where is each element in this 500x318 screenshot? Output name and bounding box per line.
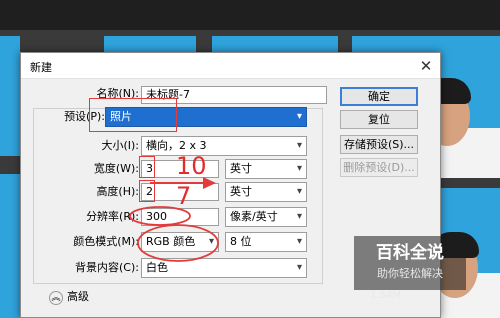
size-select[interactable]: 横向，2 x 3 ▾ xyxy=(141,136,307,156)
watermark-title: 百科全说 xyxy=(376,243,444,263)
id-photo-4 xyxy=(212,36,338,52)
chevron-down-icon: ▾ xyxy=(296,186,302,197)
resolution-input[interactable]: 300 xyxy=(141,208,219,226)
background-label: 背景内容(C): xyxy=(75,261,139,274)
workspace-top-bar xyxy=(0,0,500,30)
dialog-titlebar: 新建 ✕ xyxy=(21,53,440,79)
resolution-unit-value: 像素/英寸 xyxy=(230,210,278,223)
resolution-label: 分辨率(R): xyxy=(86,210,139,223)
height-label: 高度(H): xyxy=(96,185,139,198)
bitdepth-select[interactable]: 8 位 ▾ xyxy=(225,232,307,252)
ok-button[interactable]: 确定 xyxy=(340,87,418,106)
background-value: 白色 xyxy=(146,261,168,274)
colormode-value: RGB 颜色 xyxy=(146,235,196,248)
advanced-toggle[interactable]: ︽ 高级 xyxy=(49,289,89,305)
width-label: 宽度(W): xyxy=(93,162,139,175)
bitdepth-value: 8 位 xyxy=(230,235,252,248)
save-preset-button[interactable]: 存储预设(S)... xyxy=(340,135,418,154)
height-highlight-box xyxy=(139,180,155,202)
chevron-down-icon: ▾ xyxy=(208,236,214,247)
background-select[interactable]: 白色 ▾ xyxy=(141,258,307,278)
chevron-down-icon: ▾ xyxy=(296,111,302,122)
watermark-logo: 百科全说 助你轻松解决 xyxy=(354,236,466,290)
height-unit-value: 英寸 xyxy=(230,185,252,198)
id-photo-3 xyxy=(104,36,196,52)
chevron-down-icon: ▾ xyxy=(296,163,302,174)
colormode-select[interactable]: RGB 颜色 ▾ xyxy=(141,232,219,252)
chevron-down-icon: ▾ xyxy=(296,262,302,273)
chevron-down-icon: ▾ xyxy=(296,140,302,151)
image-size-readout: 1.54M xyxy=(370,290,401,301)
size-value: 横向，2 x 3 xyxy=(146,139,207,152)
size-label: 大小(I): xyxy=(101,139,139,152)
height-unit-select[interactable]: 英寸 ▾ xyxy=(225,182,307,202)
dialog-title: 新建 xyxy=(30,61,52,74)
width-unit-select[interactable]: 英寸 ▾ xyxy=(225,159,307,179)
width-highlight-box xyxy=(139,156,155,178)
id-photo-1 xyxy=(0,36,20,156)
resolution-unit-select[interactable]: 像素/英寸 ▾ xyxy=(225,207,307,227)
height-annotation-number: 7 xyxy=(176,182,192,210)
reset-button[interactable]: 复位 xyxy=(340,110,418,129)
width-annotation-number: 10 xyxy=(176,152,207,180)
chevron-down-icon: ▾ xyxy=(296,211,302,222)
id-photo-2 xyxy=(0,174,20,318)
close-icon[interactable]: ✕ xyxy=(416,56,436,76)
advanced-label: 高级 xyxy=(67,290,89,303)
preset-highlight-box xyxy=(89,98,177,132)
colormode-label: 颜色模式(M): xyxy=(73,235,139,248)
chevron-circle-icon: ︽ xyxy=(49,291,63,305)
watermark-subtitle: 助你轻松解决 xyxy=(377,267,443,280)
width-unit-value: 英寸 xyxy=(230,162,252,175)
delete-preset-button: 删除预设(D)... xyxy=(340,158,418,177)
chevron-down-icon: ▾ xyxy=(296,236,302,247)
